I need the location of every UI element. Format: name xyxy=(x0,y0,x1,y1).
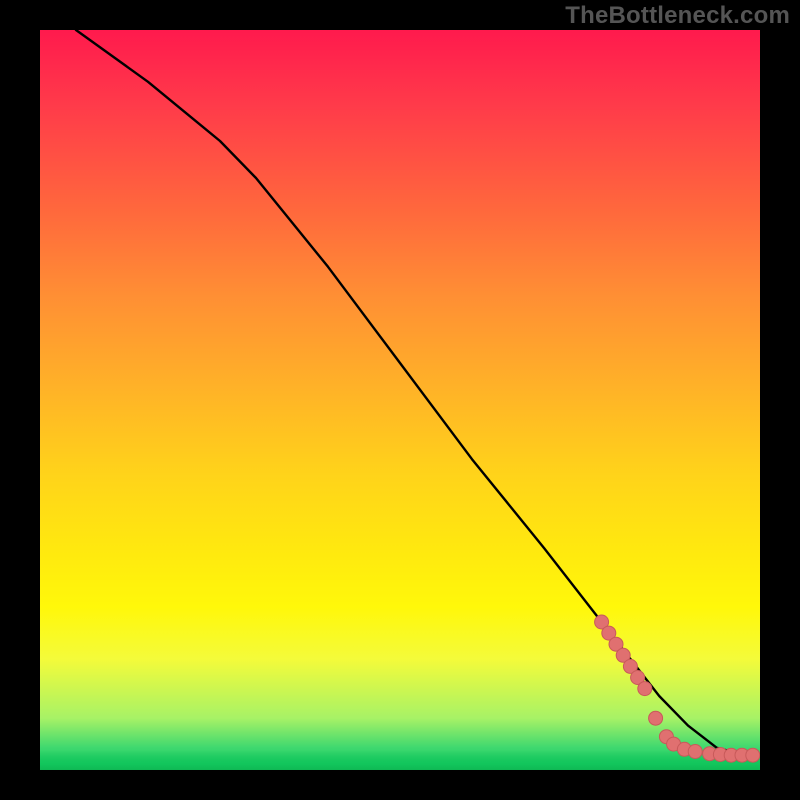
data-point xyxy=(638,682,652,696)
chart-overlay xyxy=(40,30,760,770)
trend-line xyxy=(76,30,746,755)
chart-frame: TheBottleneck.com xyxy=(0,0,800,800)
data-point xyxy=(649,711,663,725)
data-point xyxy=(746,748,760,762)
data-points xyxy=(595,615,760,762)
data-point xyxy=(688,745,702,759)
watermark-text: TheBottleneck.com xyxy=(565,2,790,30)
